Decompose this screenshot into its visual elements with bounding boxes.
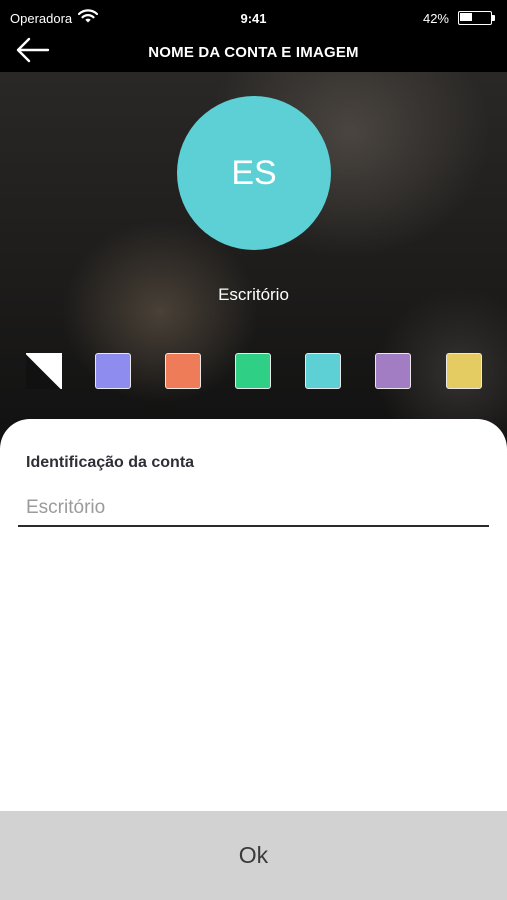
color-swatch-orange[interactable] [165, 353, 201, 389]
hero-background: ES Escritório [0, 72, 507, 442]
battery-level-fill [460, 13, 472, 21]
no-color-icon [26, 353, 62, 389]
battery-icon [458, 11, 496, 25]
avatar-initials: ES [231, 153, 277, 192]
status-bar: Operadora 9:41 42% [0, 0, 507, 36]
form-sheet: Identificação da conta [0, 419, 507, 811]
input-underline [18, 525, 489, 527]
color-swatch-none[interactable] [26, 353, 62, 389]
color-swatch-cyan[interactable] [305, 353, 341, 389]
color-swatch-purple[interactable] [375, 353, 411, 389]
avatar[interactable]: ES [177, 96, 331, 250]
battery-percent: 42% [422, 11, 449, 26]
page-title: NOME DA CONTA E IMAGEM [148, 44, 359, 61]
color-swatch-green[interactable] [235, 353, 271, 389]
ok-button-label: Ok [238, 842, 269, 868]
ok-button[interactable]: Ok [0, 811, 507, 900]
color-swatch-blue[interactable] [95, 353, 131, 389]
account-id-label: Identificação da conta [26, 454, 195, 471]
account-id-input[interactable] [26, 493, 486, 523]
color-swatch-yellow[interactable] [446, 353, 482, 389]
account-name: Escritório [218, 285, 289, 304]
nav-bar: NOME DA CONTA E IMAGEM [0, 36, 507, 72]
